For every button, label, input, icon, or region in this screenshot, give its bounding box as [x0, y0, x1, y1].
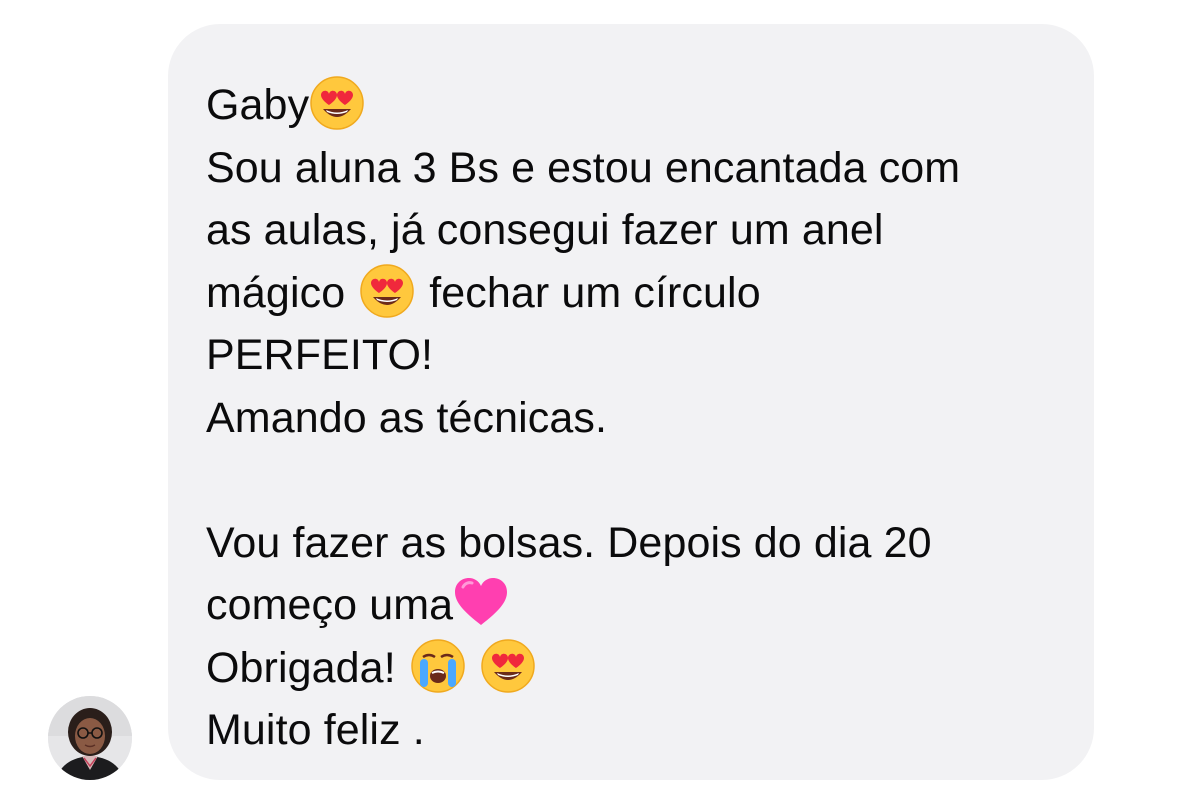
message-line: as aulas, já consegui fazer um anel	[206, 199, 1060, 262]
sender-avatar[interactable]	[48, 696, 132, 780]
avatar-photo	[48, 696, 132, 780]
message-line: Muito feliz .	[206, 699, 1060, 762]
message-bubble[interactable]: Gaby Sou aluna 3 Bs e estou encantada co…	[168, 24, 1094, 780]
message-line: mágico fechar um círculo	[206, 262, 1060, 325]
message-text: mágico	[206, 268, 346, 317]
message-text: fechar um círculo	[429, 268, 761, 317]
message-text: Muito feliz .	[206, 706, 425, 754]
message-text: as aulas, já consegui fazer um anel	[206, 206, 884, 254]
message-text: começo uma	[206, 581, 454, 629]
message-line: Gaby	[206, 74, 1060, 137]
message-line: Obrigada!	[206, 637, 1060, 700]
message-text: PERFEITO!	[206, 331, 434, 379]
crying-face-icon	[410, 638, 466, 694]
message-text: Obrigada!	[206, 643, 396, 692]
message-line: Vou fazer as bolsas. Depois do dia 20	[206, 512, 1060, 575]
message-line: começo uma	[206, 574, 1060, 637]
message-text: Amando as técnicas.	[206, 393, 608, 442]
message-text: Gaby	[206, 81, 310, 129]
message-line: Amando as técnicas.	[206, 387, 1060, 450]
message-text: Sou aluna 3 Bs e estou encantada com	[206, 143, 961, 192]
message-text: Vou fazer as bolsas. Depois do dia 20	[206, 518, 932, 567]
heart-eyes-icon	[480, 638, 536, 694]
heart-eyes-icon	[309, 75, 365, 131]
message-line: Sou aluna 3 Bs e estou encantada com	[206, 137, 1060, 200]
message-line: PERFEITO!	[206, 324, 1060, 387]
chat-view: Gaby Sou aluna 3 Bs e estou encantada co…	[0, 0, 1188, 799]
heart-eyes-icon	[359, 263, 415, 319]
pink-heart-icon	[453, 575, 509, 631]
